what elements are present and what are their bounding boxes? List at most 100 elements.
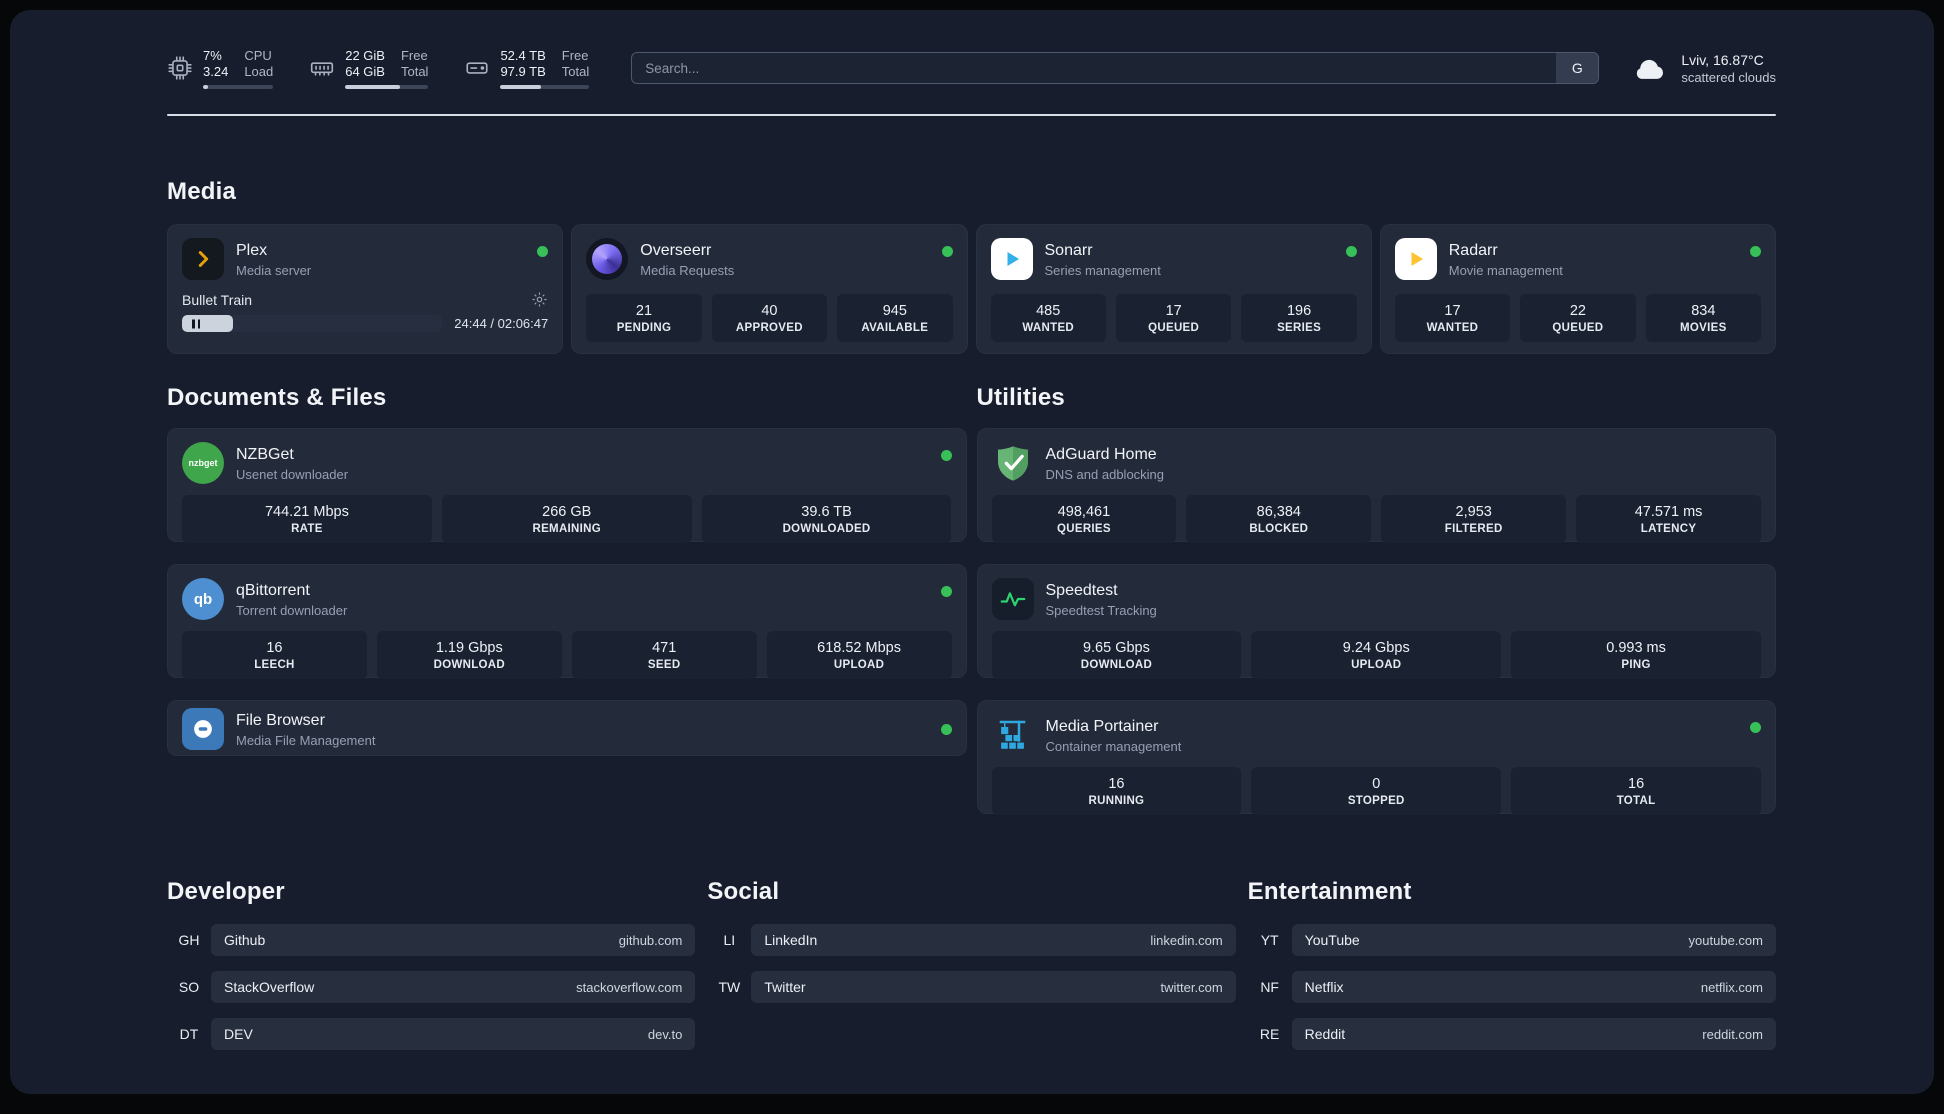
- disk-total-value: 97.9 TB: [500, 63, 546, 79]
- stat-tile: 2,953 FILTERED: [1381, 495, 1567, 543]
- search-bar: G: [631, 52, 1600, 84]
- app-name: AdGuard Home: [1045, 445, 1157, 463]
- gear-icon[interactable]: [531, 291, 548, 308]
- app-subtitle: DNS and adblocking: [1045, 466, 1165, 482]
- app-name: File Browser: [236, 711, 325, 729]
- bookmark-item-reddit[interactable]: RE Reddit reddit.com: [1248, 1018, 1776, 1050]
- stat-value: 945: [882, 302, 907, 319]
- stat-value: 22: [1569, 302, 1586, 319]
- cpu-load-label: Load: [244, 63, 274, 79]
- stat-value: 86,384: [1256, 503, 1301, 520]
- bookmark-item-stackoverflow[interactable]: SO StackOverflow stackoverflow.com: [167, 971, 696, 1003]
- stat-label: QUEUED: [1552, 321, 1604, 334]
- header-divider: [167, 114, 1776, 116]
- app-card-speedtest[interactable]: Speedtest Speedtest Tracking 9.65 Gbps D…: [976, 564, 1776, 679]
- stat-tile: 834 MOVIES: [1645, 294, 1762, 342]
- app-card-qbittorrent[interactable]: qb qBittorrent Torrent downloader 16 LEE…: [167, 564, 967, 679]
- bookmark-group-entertainment: Entertainment YT YouTube youtube.com NF …: [1248, 878, 1776, 1065]
- bookmark-name: Netflix: [1304, 979, 1344, 995]
- app-subtitle: Container management: [1045, 738, 1182, 754]
- stat-value: 17: [1444, 302, 1461, 319]
- bookmark-url: github.com: [618, 932, 683, 948]
- playback-progress-bar[interactable]: [182, 315, 443, 332]
- status-dot: [940, 586, 952, 597]
- stat-value: 9.24 Gbps: [1342, 639, 1410, 656]
- stat-value: 834: [1691, 302, 1716, 319]
- cpu-load-value: 3.24: [203, 63, 229, 79]
- stat-value: 618.52 Mbps: [817, 639, 901, 656]
- qbittorrent-icon: qb: [182, 578, 224, 620]
- app-subtitle: Media File Management: [236, 732, 376, 748]
- stat-label: SERIES: [1277, 321, 1322, 334]
- disk-free-value: 52.4 TB: [500, 47, 546, 63]
- bookmark-item-dev[interactable]: DT DEV dev.to: [167, 1018, 696, 1050]
- search-input[interactable]: [632, 53, 1557, 83]
- playback-time: 24:44 / 02:06:47: [454, 316, 549, 331]
- bookmark-abbr: SO: [178, 979, 200, 995]
- bookmark-url: youtube.com: [1688, 932, 1763, 948]
- stat-label: DOWNLOAD: [433, 658, 505, 671]
- app-card-plex[interactable]: Plex Media server Bullet Train 24:44 / 0…: [167, 224, 564, 354]
- bookmark-item-netflix[interactable]: NF Netflix netflix.com: [1248, 971, 1776, 1003]
- app-subtitle: Speedtest Tracking: [1045, 602, 1157, 618]
- stat-value: 21: [635, 302, 653, 319]
- app-card-overseerr[interactable]: Overseerr Media Requests 21 PENDING 40 A…: [571, 224, 968, 354]
- stat-tile: 86,384 BLOCKED: [1186, 495, 1372, 543]
- section-utilities: Utilities AdGuard Home DNS and adblockin…: [976, 384, 1776, 815]
- stat-tile: 47.571 ms LATENCY: [1576, 495, 1761, 543]
- app-card-adguard[interactable]: AdGuard Home DNS and adblocking 498,461 …: [976, 428, 1776, 543]
- stat-tile: 1.19 Gbps DOWNLOAD: [376, 631, 562, 679]
- disk-progress-fill: [500, 84, 542, 89]
- stat-label: APPROVED: [735, 321, 803, 334]
- stat-value: 744.21 Mbps: [264, 503, 349, 520]
- plex-icon: [182, 238, 224, 280]
- stat-tile: 0 STOPPED: [1251, 767, 1502, 815]
- bookmark-abbr: LI: [723, 932, 736, 948]
- app-card-sonarr[interactable]: Sonarr Series management 485 WANTED 17 Q…: [975, 224, 1372, 354]
- bookmark-item-youtube[interactable]: YT YouTube youtube.com: [1248, 924, 1776, 956]
- stat-value: 266 GB: [542, 503, 592, 520]
- stat-tile: 471 SEED: [571, 631, 757, 679]
- app-subtitle: Media server: [236, 262, 312, 278]
- stat-label: BLOCKED: [1249, 522, 1309, 535]
- stat-tile: 498,461 QUERIES: [991, 495, 1177, 543]
- ram-total-value: 64 GiB: [345, 63, 385, 79]
- bookmark-name: Reddit: [1304, 1026, 1346, 1042]
- search-engine-button[interactable]: G: [1556, 53, 1599, 83]
- app-card-portainer[interactable]: Media Portainer Container management 16 …: [976, 700, 1776, 815]
- app-name: Sonarr: [1044, 241, 1093, 259]
- app-name: Speedtest: [1045, 581, 1118, 599]
- stat-value: 16: [1628, 775, 1645, 792]
- bookmark-url: dev.to: [647, 1026, 683, 1042]
- stat-value: 498,461: [1057, 503, 1111, 520]
- bookmark-url: stackoverflow.com: [576, 979, 683, 995]
- disk-free-label: Free: [561, 47, 589, 63]
- app-card-nzbget[interactable]: nzbget NZBGet Usenet downloader 744.21 M…: [167, 428, 967, 543]
- stat-tile: 21 PENDING: [586, 294, 702, 342]
- stat-label: RATE: [291, 522, 323, 535]
- app-subtitle: Usenet downloader: [236, 466, 349, 482]
- bookmark-item-twitter[interactable]: TW Twitter twitter.com: [707, 971, 1236, 1003]
- disk-widget: 52.4 TB 97.9 TB Free Total: [464, 47, 590, 89]
- radarr-icon: [1394, 238, 1437, 280]
- status-dot: [940, 723, 952, 735]
- stat-label: QUERIES: [1057, 522, 1111, 535]
- bookmark-item-linkedin[interactable]: LI LinkedIn linkedin.com: [707, 924, 1236, 956]
- app-card-radarr[interactable]: Radarr Movie management 17 WANTED 22 QUE…: [1379, 224, 1776, 354]
- portainer-crane-icon: [992, 714, 1034, 756]
- adguard-shield-icon: [992, 442, 1034, 484]
- dashboard-panel: 7% 3.24 CPU Load 22 GiB 64 GiB Free Tota…: [10, 10, 1934, 1094]
- stat-tile: 40 APPROVED: [711, 294, 828, 342]
- stat-value: 485: [1036, 302, 1061, 319]
- stat-label: DOWNLOAD: [1080, 658, 1153, 671]
- stat-label: DOWNLOADED: [782, 522, 871, 535]
- ram-total-label: Total: [400, 63, 429, 79]
- app-name: Overseerr: [640, 241, 712, 259]
- app-card-filebrowser[interactable]: File Browser Media File Management: [167, 700, 967, 756]
- ram-widget: 22 GiB 64 GiB Free Total: [309, 48, 429, 89]
- bookmark-item-github[interactable]: GH Github github.com: [167, 924, 696, 956]
- stat-label: WANTED: [1022, 321, 1075, 334]
- stat-tile: 17 WANTED: [1394, 294, 1511, 342]
- bookmark-name: StackOverflow: [224, 979, 315, 995]
- stat-tile: 945 AVAILABLE: [837, 294, 953, 342]
